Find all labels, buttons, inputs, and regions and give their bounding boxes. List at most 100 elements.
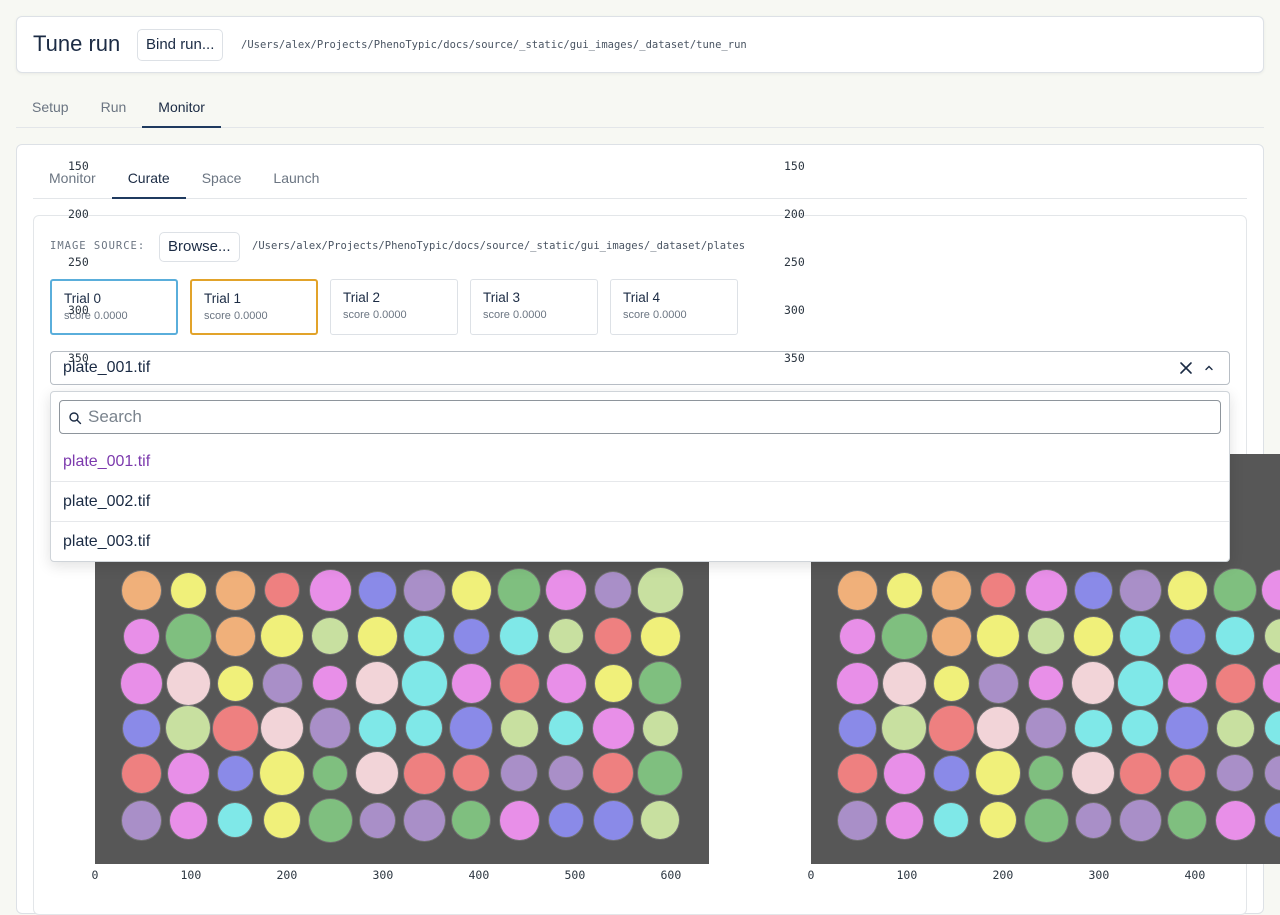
colony xyxy=(218,803,252,837)
trial-score: score 0.0000 xyxy=(623,309,725,321)
x-tick-label: 300 xyxy=(1089,868,1110,882)
colony xyxy=(1075,710,1112,747)
colony xyxy=(837,663,878,704)
tab-launch[interactable]: Launch xyxy=(257,158,335,198)
x-tick-label: 600 xyxy=(661,868,682,882)
colony xyxy=(501,755,537,791)
colony xyxy=(1120,616,1160,656)
trial-name: Trial 3 xyxy=(483,290,585,305)
colony xyxy=(1214,569,1256,611)
colony xyxy=(1028,618,1064,654)
x-tick-label: 200 xyxy=(277,868,298,882)
colony xyxy=(934,756,969,791)
tab-setup[interactable]: Setup xyxy=(16,86,85,127)
colony xyxy=(1120,570,1161,611)
colony xyxy=(166,706,210,750)
chevron-up-icon[interactable] xyxy=(1203,362,1215,374)
option-plate-003[interactable]: plate_003.tif xyxy=(51,522,1229,562)
colony xyxy=(641,801,679,839)
colony xyxy=(932,571,971,610)
colony xyxy=(452,571,491,610)
colony xyxy=(934,803,968,837)
image-source-label: IMAGE SOURCE: xyxy=(50,240,145,252)
y-tick-label: 150 xyxy=(784,159,805,173)
colony xyxy=(359,572,396,609)
colony xyxy=(500,664,539,703)
tab-curate[interactable]: Curate xyxy=(112,158,186,198)
colony xyxy=(216,571,255,610)
colony xyxy=(450,707,492,749)
y-tick-label: 250 xyxy=(784,255,805,269)
colony xyxy=(839,710,876,747)
colony xyxy=(886,802,923,839)
colony xyxy=(124,619,159,654)
colony xyxy=(883,662,926,705)
colony xyxy=(121,663,162,704)
bind-run-button[interactable]: Bind run... xyxy=(137,29,223,61)
colony xyxy=(887,573,922,608)
option-plate-001[interactable]: plate_001.tif xyxy=(51,442,1229,482)
colony xyxy=(838,801,877,840)
colony xyxy=(358,617,397,656)
tab-run[interactable]: Run xyxy=(85,86,143,127)
search-icon xyxy=(68,411,82,425)
colony xyxy=(549,711,583,745)
colony xyxy=(1216,664,1255,703)
x-tick-label: 400 xyxy=(1185,868,1206,882)
colony xyxy=(1216,617,1254,655)
clear-icon[interactable] xyxy=(1178,360,1194,376)
plate-dropdown: plate_001.tif plate_002.tif plate_003.ti… xyxy=(50,391,1230,562)
colony xyxy=(595,665,632,702)
colony xyxy=(1029,666,1063,700)
search-field[interactable] xyxy=(59,400,1221,434)
colony xyxy=(639,662,681,704)
colony xyxy=(638,751,682,795)
colony xyxy=(1168,571,1207,610)
trial-card-2[interactable]: Trial 2 score 0.0000 xyxy=(330,279,458,335)
trial-card-1[interactable]: Trial 1 score 0.0000 xyxy=(190,279,318,335)
colony xyxy=(643,711,678,746)
trial-card-3[interactable]: Trial 3 score 0.0000 xyxy=(470,279,598,335)
plate-select[interactable]: plate_001.tif xyxy=(50,351,1230,385)
colony xyxy=(359,710,396,747)
colony xyxy=(1168,664,1207,703)
colony xyxy=(122,801,161,840)
colony xyxy=(167,662,210,705)
tab-space[interactable]: Space xyxy=(186,158,258,198)
colony xyxy=(882,706,926,750)
colony xyxy=(356,752,398,794)
colony xyxy=(838,754,877,793)
x-tick-label: 200 xyxy=(993,868,1014,882)
y-tick-label: 200 xyxy=(68,207,89,221)
colony xyxy=(360,803,395,838)
colony xyxy=(404,616,444,656)
colony xyxy=(452,664,491,703)
colony xyxy=(1026,570,1067,611)
colony xyxy=(170,802,207,839)
colony xyxy=(310,708,350,748)
colony xyxy=(218,756,253,791)
colony xyxy=(313,666,347,700)
colony xyxy=(404,800,445,841)
colony xyxy=(1118,661,1163,706)
x-tick-label: 400 xyxy=(469,868,490,882)
search-input[interactable] xyxy=(88,401,1208,433)
colony xyxy=(1120,800,1161,841)
browse-button[interactable]: Browse... xyxy=(159,232,240,262)
colony xyxy=(980,802,1016,838)
colony xyxy=(261,615,303,657)
colony xyxy=(1169,755,1205,791)
colony xyxy=(594,801,633,840)
colony xyxy=(1075,572,1112,609)
tab-monitor[interactable]: Monitor xyxy=(142,86,221,127)
option-plate-002[interactable]: plate_002.tif xyxy=(51,482,1229,522)
colony xyxy=(498,569,540,611)
x-tick-label: 0 xyxy=(808,868,815,882)
colony xyxy=(549,803,583,837)
sub-tabs: Monitor Curate Space Launch xyxy=(33,158,1247,199)
colony xyxy=(595,572,631,608)
trial-card-4[interactable]: Trial 4 score 0.0000 xyxy=(610,279,738,335)
colony xyxy=(593,753,633,793)
y-tick-label: 250 xyxy=(68,255,89,269)
x-tick-label: 0 xyxy=(92,868,99,882)
